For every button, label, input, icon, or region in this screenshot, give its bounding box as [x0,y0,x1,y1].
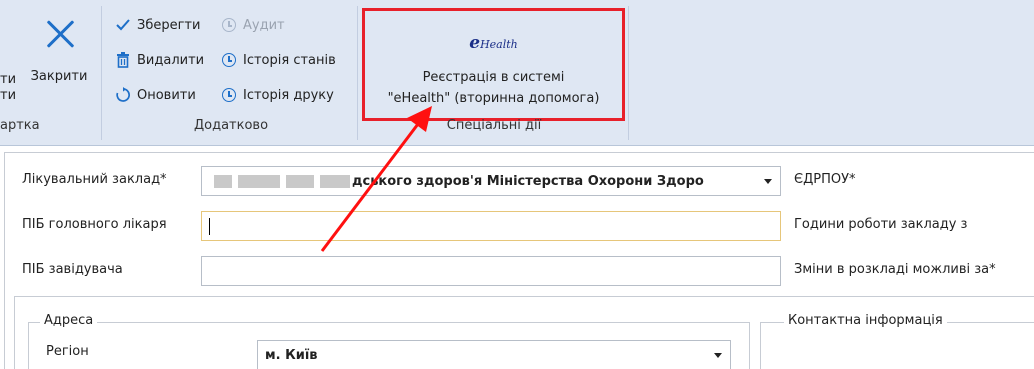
work-hours-label: Години роботи закладу з [794,217,968,232]
close-button[interactable]: Закрити [24,14,94,104]
head-input[interactable] [201,256,781,286]
facility-combobox[interactable]: дського здоров'я Міністерства Охорони Зд… [201,166,781,196]
refresh-label: Оновити [137,87,196,103]
clock-icon [220,53,238,67]
redacted-block [238,175,280,188]
text-caret [209,218,210,235]
audit-button[interactable]: Аудит [220,14,285,36]
contact-fieldset [760,322,1034,369]
refresh-icon [114,87,132,103]
close-button-label: Закрити [30,69,88,84]
redacted-block [214,175,232,188]
clock-icon [220,88,238,102]
checkmark-icon [114,19,132,31]
close-icon [45,18,77,50]
state-history-button[interactable]: Історія станів [220,49,336,71]
head-label: ПІБ завідувача [22,262,123,277]
delete-button[interactable]: Видалити [114,49,204,71]
ehealth-logo-icon: eHealth [469,33,518,53]
chevron-down-icon [764,179,772,184]
chief-doctor-input[interactable] [201,211,781,241]
facility-value: дського здоров'я Міністерства Охорони Зд… [352,174,704,189]
group-label-extra: Додатково [193,118,269,133]
group-separator [628,6,629,140]
group-label-special: Спеціальні дії [446,118,542,133]
print-history-button[interactable]: Історія друку [220,84,334,106]
edrpou-label: ЄДРПОУ* [794,172,856,187]
schedule-changes-label: Зміни в розкладі можливі за* [794,262,996,277]
group-separator [357,6,358,140]
address-legend: Адреса [40,313,98,328]
audit-label: Аудит [243,17,285,33]
region-label: Регіон [46,344,89,359]
save-button[interactable]: Зберегти [114,14,200,36]
refresh-button[interactable]: Оновити [114,84,196,106]
redacted-block [286,175,314,188]
print-history-label: Історія друку [243,87,334,103]
trash-icon [114,52,132,68]
ribbon-toolbar: ти ти Закрити артка Зберегти Аудит Видал… [0,0,1034,146]
ehealth-registration-label: Реєстрація в системі "eHealth" (вторинна… [387,70,600,106]
cut-off-button-line2: ти [0,87,17,103]
save-label: Зберегти [137,17,201,33]
chief-doctor-label: ПІБ головного лікаря [22,217,167,232]
facility-label: Лікувальний заклад* [22,172,167,187]
region-value: м. Київ [265,348,318,363]
group-label-card: артка [0,118,40,133]
delete-label: Видалити [137,52,205,68]
redacted-block [320,175,350,188]
contact-legend: Контактна інформація [784,313,947,328]
clock-icon [220,18,238,32]
chevron-down-icon [714,353,722,358]
state-history-label: Історія станів [243,52,336,68]
region-combobox[interactable]: м. Київ [257,340,731,369]
ehealth-registration-button[interactable]: eHealth Реєстрація в системі "eHealth" (… [362,8,625,121]
